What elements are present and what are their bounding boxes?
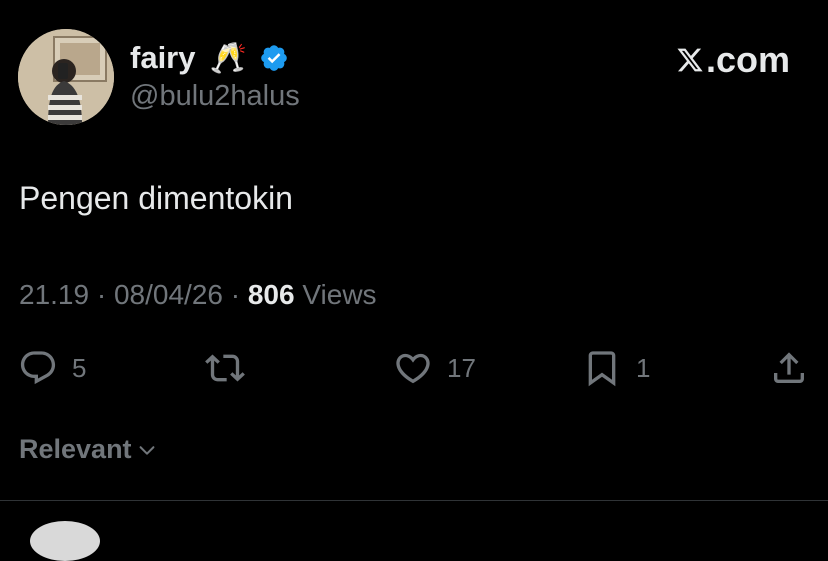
author-name-row: fairy 🥂: [130, 38, 289, 78]
brand-domain-text: .com: [705, 39, 790, 80]
avatar-image: [18, 29, 114, 125]
tweet-time[interactable]: 21.19: [19, 279, 89, 310]
x-logo-icon: [677, 48, 703, 72]
share-button[interactable]: [769, 343, 809, 393]
next-reply-avatar[interactable]: [30, 521, 100, 561]
tweet-meta: 21.19 · 08/04/26 · 806 Views: [19, 279, 377, 311]
reply-count: 5: [72, 352, 87, 383]
tweet-date[interactable]: 08/04/26: [114, 279, 223, 310]
clinking-glasses-emoji: 🥂: [209, 40, 247, 76]
like-button[interactable]: 17: [393, 343, 476, 393]
tweet-action-bar: 5 17 1: [0, 343, 828, 393]
author-handle[interactable]: @bulu2halus: [130, 80, 300, 113]
retweet-button[interactable]: [205, 343, 259, 393]
author-avatar[interactable]: [18, 29, 114, 125]
tweet-text: Pengen dimentokin: [19, 180, 293, 216]
meta-separator: ·: [89, 279, 114, 310]
replies-sort-label: Relevant: [19, 434, 132, 464]
bookmark-icon: [588, 351, 616, 387]
reply-button[interactable]: 5: [18, 343, 86, 393]
bookmark-button[interactable]: 1: [582, 343, 650, 393]
share-icon: [774, 352, 804, 383]
section-divider: [0, 500, 828, 501]
views-count: 806: [247, 279, 295, 310]
bookmark-count: 1: [636, 352, 651, 383]
like-count: 17: [447, 352, 476, 383]
author-display-name[interactable]: fairy: [130, 40, 195, 76]
reply-icon: [20, 351, 56, 385]
replies-sort-dropdown[interactable]: Relevant: [19, 434, 158, 465]
views-label: Views: [302, 279, 377, 310]
x-com-watermark: .com: [676, 38, 790, 82]
retweet-icon: [205, 354, 245, 382]
meta-separator: ·: [222, 279, 248, 310]
chevron-down-icon: [139, 445, 154, 455]
heart-icon: [396, 353, 430, 384]
verified-badge-icon: [261, 45, 287, 71]
